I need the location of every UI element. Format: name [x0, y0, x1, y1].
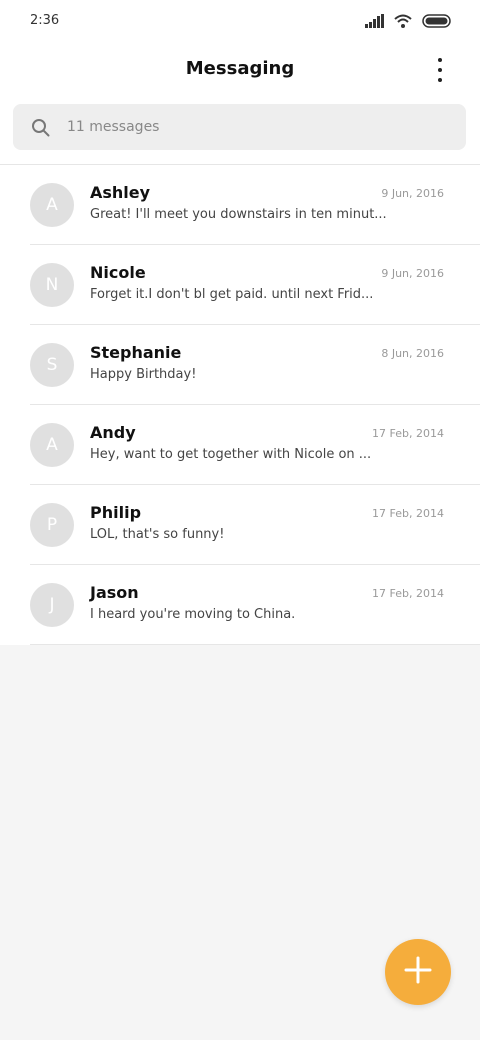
sender-name: Stephanie — [90, 343, 182, 362]
search-bar — [0, 96, 480, 164]
signal-icon — [365, 13, 384, 32]
sender-name: Ashley — [90, 183, 151, 202]
message-preview: I heard you're moving to China. — [90, 607, 296, 622]
message-date: 8 Jun, 2016 — [381, 347, 444, 360]
message-item-ashley[interactable]: A Ashley 9 Jun, 2016 Great! I'll meet yo… — [30, 165, 480, 245]
header: Messaging — [0, 44, 480, 96]
more-options-button[interactable] — [428, 58, 452, 82]
message-preview: Happy Birthday! — [90, 367, 197, 382]
new-message-button[interactable] — [385, 939, 451, 1005]
sender-name: Nicole — [90, 263, 146, 282]
avatar: A — [30, 183, 74, 227]
search-box[interactable] — [13, 104, 466, 150]
more-vertical-icon-dot — [438, 68, 442, 72]
status-time: 2:36 — [30, 13, 60, 28]
status-icons — [365, 13, 452, 32]
message-preview: Hey, want to get together with Nicole on… — [90, 447, 372, 462]
message-date: 17 Feb, 2014 — [372, 507, 444, 520]
sender-name: Philip — [90, 503, 142, 522]
message-date: 17 Feb, 2014 — [372, 587, 444, 600]
message-list: A Ashley 9 Jun, 2016 Great! I'll meet yo… — [0, 164, 480, 645]
plus-icon — [404, 956, 432, 988]
more-vertical-icon-dot — [438, 78, 442, 82]
avatar: P — [30, 503, 74, 547]
avatar: J — [30, 583, 74, 627]
sender-name: Jason — [90, 583, 139, 602]
avatar: S — [30, 343, 74, 387]
search-icon — [31, 118, 50, 141]
avatar: A — [30, 423, 74, 467]
page-title: Messaging — [185, 58, 295, 79]
sender-name: Andy — [90, 423, 136, 442]
message-preview: Forget it.I don't bl get paid. until nex… — [90, 287, 374, 302]
message-item-philip[interactable]: P Philip 17 Feb, 2014 LOL, that's so fun… — [30, 485, 480, 565]
message-date: 9 Jun, 2016 — [381, 267, 444, 280]
message-date: 17 Feb, 2014 — [372, 427, 444, 440]
message-item-andy[interactable]: A Andy 17 Feb, 2014 Hey, want to get tog… — [30, 405, 480, 485]
avatar: N — [30, 263, 74, 307]
status-bar: 2:36 — [0, 0, 480, 44]
message-item-nicole[interactable]: N Nicole 9 Jun, 2016 Forget it.I don't b… — [30, 245, 480, 325]
wifi-icon — [394, 13, 412, 32]
message-date: 9 Jun, 2016 — [381, 187, 444, 200]
message-item-jason[interactable]: J Jason 17 Feb, 2014 I heard you're movi… — [30, 565, 480, 645]
message-preview: LOL, that's so funny! — [90, 527, 225, 542]
message-item-stephanie[interactable]: S Stephanie 8 Jun, 2016 Happy Birthday! — [30, 325, 480, 405]
more-vertical-icon — [438, 58, 442, 62]
search-input[interactable] — [67, 104, 447, 150]
message-preview: Great! I'll meet you downstairs in ten m… — [90, 207, 387, 222]
battery-icon — [422, 13, 452, 32]
